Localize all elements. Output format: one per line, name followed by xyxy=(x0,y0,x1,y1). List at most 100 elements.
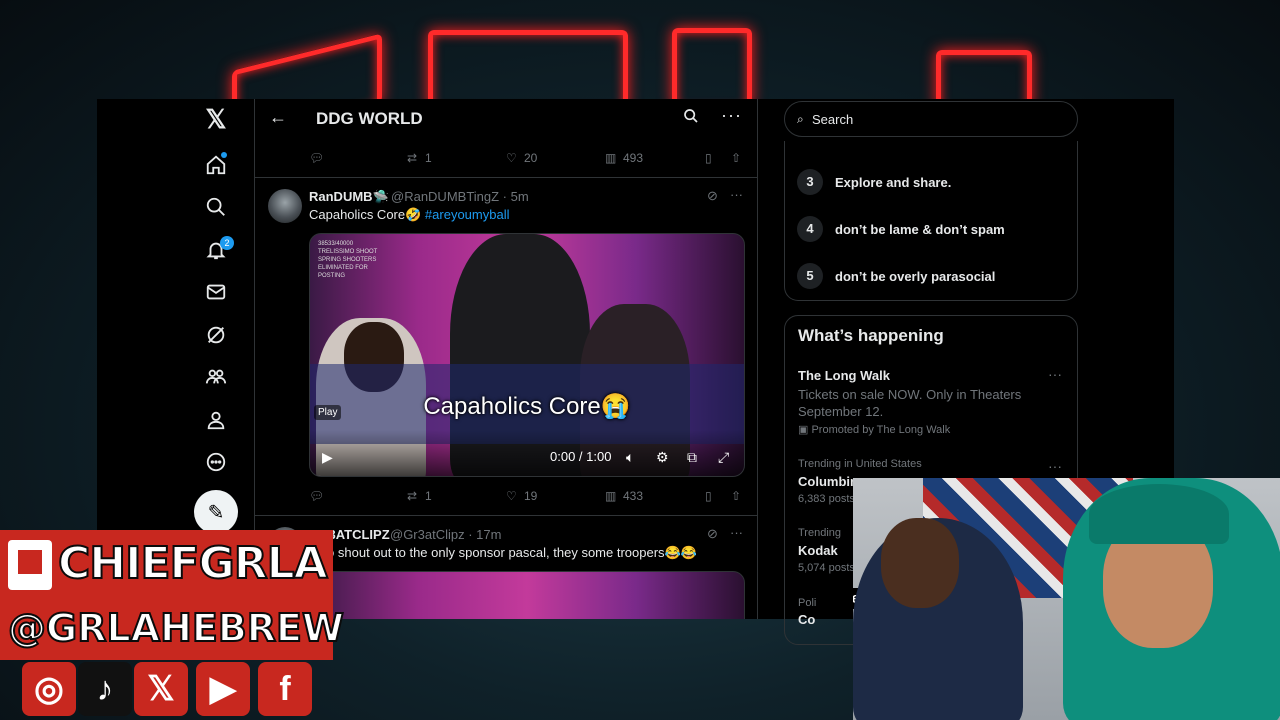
trend-title[interactable]: Kodak xyxy=(798,543,838,558)
trend-context: Poli xyxy=(798,597,817,609)
search-placeholder: Search xyxy=(812,112,854,127)
twitch-icon xyxy=(8,540,52,590)
mail-icon[interactable] xyxy=(197,273,235,311)
like-icon[interactable]: ♡ xyxy=(506,489,517,503)
hashtag-link[interactable]: #areyoumyball xyxy=(425,207,510,222)
like-count: 20 xyxy=(524,151,538,165)
back-arrow-icon[interactable]: ← xyxy=(269,107,287,128)
header-search-icon[interactable] xyxy=(683,108,699,129)
youtube-icon: ▶ xyxy=(196,662,250,716)
volume-icon[interactable]: 🔈︎ xyxy=(626,449,634,466)
trend-body: Tickets on sale NOW. Only in Theaters Se… xyxy=(798,387,1022,419)
tweet-text: Also shout out to the only sponsor pasca… xyxy=(309,545,697,560)
divider xyxy=(255,177,757,178)
tweet-author-handle[interactable]: @RanDUMBTingZ · 5m xyxy=(391,189,529,204)
reply-icon[interactable]: 💬︎ xyxy=(309,151,324,165)
home-icon[interactable] xyxy=(197,146,235,184)
search-input[interactable]: ⌕ Search xyxy=(784,101,1078,137)
trend-context: Trending xyxy=(798,527,842,539)
avatar[interactable] xyxy=(268,189,302,223)
tweet-author-handle[interactable]: @Gr3atClipz · 17m xyxy=(390,527,501,542)
views-count: 493 xyxy=(623,151,644,165)
repost-count: 1 xyxy=(425,489,432,503)
like-count: 19 xyxy=(524,489,538,503)
search-icon[interactable] xyxy=(197,188,235,226)
rule-number: 5 xyxy=(797,263,823,289)
header-more-icon[interactable]: ··· xyxy=(721,105,742,126)
tweet-text: Capaholics Core🤣 #areyoumyball xyxy=(309,207,509,223)
streamer-right-cap xyxy=(1089,484,1229,544)
rule-text: Explore and share. xyxy=(835,175,952,190)
more-circle-icon[interactable] xyxy=(197,443,235,481)
x-logo-icon[interactable]: 𝕏 xyxy=(197,100,235,138)
feather-icon: ✎ xyxy=(207,501,225,524)
rule-text: don’t be lame & don’t spam xyxy=(835,222,1005,237)
video-player[interactable]: 38533/40000 TRELISSIMO SHOOT SPRING SHOO… xyxy=(309,233,745,477)
search-icon: ⌕ xyxy=(797,112,804,126)
x-icon: 𝕏 xyxy=(134,662,188,716)
video-thumbnail[interactable] xyxy=(309,571,745,619)
video-caption: Capaholics Core😭 xyxy=(423,393,631,420)
promoted-label: ▣ Promoted by The Long Walk xyxy=(798,424,951,436)
tweet1-actions: 💬︎ ⇄ 1 ♡ 19 ▥ 433 ▯ ⇧ xyxy=(255,487,757,507)
share-icon[interactable]: ⇧ xyxy=(731,151,741,165)
repost-icon[interactable]: ⇄ xyxy=(407,151,417,165)
trend-count: 6,383 posts xyxy=(798,493,855,505)
trend-count: 5,074 posts xyxy=(798,562,855,574)
views-icon[interactable]: ▥ xyxy=(605,489,616,503)
prev-tweet-actions: 💬︎ ⇄ 1 ♡ 20 ▥ 493 ▯ ⇧ xyxy=(255,149,757,169)
like-icon[interactable]: ♡ xyxy=(506,151,517,165)
neon-sign-mid2 xyxy=(672,28,752,108)
rule-number: 4 xyxy=(797,216,823,242)
trend-context: Trending in United States xyxy=(798,458,922,470)
grok-icon[interactable]: ⊘ xyxy=(707,188,718,204)
video-overlay-text: 38533/40000 TRELISSIMO SHOOT SPRING SHOO… xyxy=(318,241,378,279)
facebook-icon: f xyxy=(258,662,312,716)
grok-icon[interactable] xyxy=(197,316,235,354)
video-time: 0:00 / 1:00 xyxy=(550,449,612,464)
rule-number: 3 xyxy=(797,169,823,195)
tweet-body: Capaholics Core🤣 xyxy=(309,207,422,222)
views-count: 433 xyxy=(623,489,644,503)
communities-icon[interactable] xyxy=(197,358,235,396)
rule-text: don’t be overly parasocial xyxy=(835,269,996,284)
tweet-more-icon[interactable]: ··· xyxy=(730,525,743,540)
reply-icon[interactable]: 💬︎ xyxy=(309,489,324,503)
page-title: DDG WORLD xyxy=(316,109,423,128)
neon-sign-mid xyxy=(428,30,628,110)
fullscreen-icon[interactable]: ⤢ xyxy=(718,449,729,466)
social-handle: @GRLAHEBREW xyxy=(7,605,345,651)
grok-icon[interactable]: ⊘ xyxy=(707,526,718,542)
twitch-username: CHIEFGRLA xyxy=(57,537,329,590)
compose-post-button[interactable]: ✎ xyxy=(194,490,238,534)
webcam-feed: Me xyxy=(853,478,1280,720)
header-bar: ← DDG WORLD ··· xyxy=(255,99,757,139)
repost-count: 1 xyxy=(425,151,432,165)
play-icon[interactable]: ▶ xyxy=(322,449,333,466)
trends-heading: What’s happening xyxy=(798,326,944,345)
bookmark-icon[interactable]: ▯ xyxy=(705,489,712,503)
trend-more-icon[interactable]: ··· xyxy=(1048,366,1062,382)
streamer-branding: CHIEFGRLA @GRLAHEBREW xyxy=(0,530,345,660)
instagram-icon: ◎ xyxy=(22,662,76,716)
pip-icon[interactable]: ⧉ xyxy=(687,449,697,466)
tiktok-icon: ♪ xyxy=(78,662,132,716)
profile-icon[interactable] xyxy=(197,401,235,439)
tweet-more-icon[interactable]: ··· xyxy=(730,187,743,202)
divider xyxy=(255,515,757,516)
trend-title[interactable]: Columbin xyxy=(798,474,858,489)
notification-badge: 2 xyxy=(220,236,234,250)
views-icon[interactable]: ▥ xyxy=(605,151,616,165)
settings-gear-icon[interactable]: ⚙ xyxy=(656,449,669,466)
trend-more-icon[interactable]: ··· xyxy=(1048,458,1062,474)
tweet-author-name[interactable]: RanDUMB🛸 xyxy=(309,189,389,205)
streamer-left-head xyxy=(881,518,959,608)
repost-icon[interactable]: ⇄ xyxy=(407,489,417,503)
trend-title[interactable]: Co xyxy=(798,612,815,627)
share-icon[interactable]: ⇧ xyxy=(731,489,741,503)
bookmark-icon[interactable]: ▯ xyxy=(705,151,712,165)
video-controls xyxy=(310,430,744,476)
trend-title[interactable]: The Long Walk xyxy=(798,368,890,383)
home-notification-dot xyxy=(221,152,227,158)
promoted-text: Promoted by The Long Walk xyxy=(811,424,951,436)
